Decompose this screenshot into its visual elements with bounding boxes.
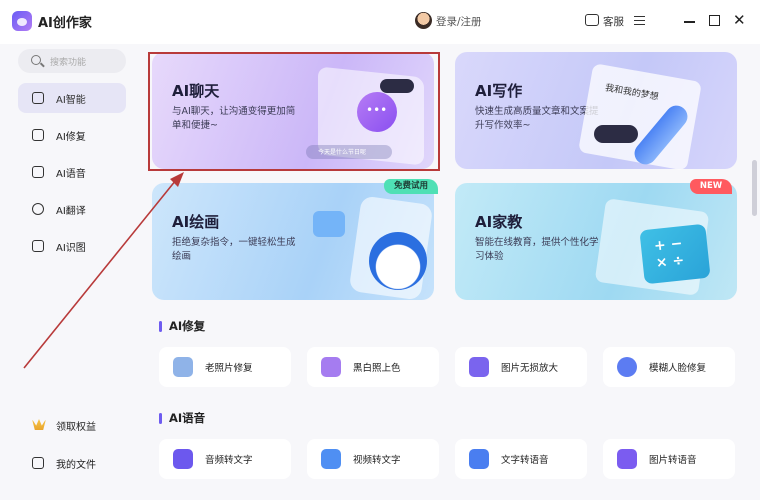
translate-icon (32, 203, 44, 215)
colorize-icon (321, 357, 341, 377)
tool-lossless-upscale[interactable]: 图片无损放大 (455, 347, 587, 387)
card-title: AI写作 (475, 82, 523, 100)
avatar-face-icon (369, 232, 427, 290)
sidebar-item-ai-repair[interactable]: AI修复 (18, 120, 126, 150)
tool-label: 文字转语音 (501, 455, 549, 466)
sidebar-item-ai-smart[interactable]: AI智能 (18, 83, 126, 113)
scrollbar[interactable] (752, 160, 757, 216)
menu-icon[interactable] (634, 16, 645, 25)
video-to-text-icon (321, 449, 341, 469)
tool-face-repair[interactable]: 模糊人脸修复 (603, 347, 735, 387)
math-symbols: + − × ÷ (653, 235, 685, 272)
login-register-link[interactable]: 登录/注册 (436, 14, 482, 29)
maximize-button[interactable] (709, 15, 720, 26)
card-description: 拒绝复杂指令，一键轻松生成绘画 (172, 237, 296, 262)
tool-image-to-speech[interactable]: 图片转语音 (603, 439, 735, 479)
vip-crown-icon (32, 419, 46, 430)
tool-label: 音频转文字 (205, 455, 253, 466)
robot-toggle-icon (594, 125, 638, 143)
section-marker (159, 321, 162, 332)
image-repair-icon (32, 129, 44, 141)
section-title-repair: AI修复 (169, 319, 206, 333)
free-trial-badge: 免费试用 (384, 179, 438, 194)
sidebar-item-label: AI语音 (56, 169, 86, 180)
image-recognize-icon (32, 240, 44, 252)
sidebar-item-label: AI识图 (56, 243, 86, 254)
image-to-speech-icon (617, 449, 637, 469)
minimize-button[interactable] (684, 21, 695, 23)
old-photo-icon (173, 357, 193, 377)
sidebar-item-label: AI修复 (56, 132, 86, 143)
sidebar-item-ai-translate[interactable]: AI翻译 (18, 194, 126, 224)
sidebar-item-ai-voice[interactable]: AI语音 (18, 157, 126, 187)
tool-text-to-speech[interactable]: 文字转语音 (455, 439, 587, 479)
app-logo-icon (12, 11, 32, 31)
app-title: AI创作家 (38, 16, 92, 31)
search-placeholder: 搜索功能 (50, 58, 87, 68)
tool-label: 图片转语音 (649, 455, 697, 466)
card-title: AI绘画 (172, 213, 220, 231)
text-to-speech-icon (469, 449, 489, 469)
customer-service-button[interactable]: 客服 (603, 14, 624, 29)
upscale-icon (469, 357, 489, 377)
tool-label: 图片无损放大 (501, 363, 559, 374)
sidebar-item-label: 我的文件 (56, 460, 96, 471)
sidebar-item-label: AI智能 (56, 95, 86, 106)
file-icon (32, 457, 44, 469)
section-title-voice: AI语音 (169, 411, 206, 425)
customer-service-icon[interactable] (585, 14, 599, 26)
search-input[interactable]: 搜索功能 (18, 49, 126, 73)
tool-video-to-text[interactable]: 视频转文字 (307, 439, 439, 479)
close-icon[interactable]: ✕ (733, 13, 746, 28)
section-marker (159, 413, 162, 424)
sidebar-item-ai-recognize[interactable]: AI识图 (18, 231, 126, 261)
face-repair-icon (617, 357, 637, 377)
user-avatar-icon[interactable] (415, 12, 432, 29)
audio-to-text-icon (173, 449, 193, 469)
sidebar-item-benefits[interactable]: 领取权益 (18, 410, 126, 440)
sidebar-item-label: 领取权益 (56, 422, 96, 433)
sidebar: 搜索功能 AI智能 AI修复 AI语音 AI翻译 AI识图 领取权益 我的文件 (0, 44, 143, 500)
tool-audio-to-text[interactable]: 音频转文字 (159, 439, 291, 479)
tool-label: 模糊人脸修复 (649, 363, 707, 374)
highlight-annotation (148, 52, 440, 171)
tool-label: 黑白照上色 (353, 363, 401, 374)
audio-wave-icon (32, 166, 44, 178)
card-description: 智能在线教育，提供个性化学习体验 (475, 237, 599, 262)
title-bar: AI创作家 登录/注册 客服 ✕ (0, 0, 760, 44)
tool-label: 老照片修复 (205, 363, 253, 374)
ai-chip-icon (32, 92, 44, 104)
new-badge: NEW (690, 179, 732, 194)
tool-colorize-bw[interactable]: 黑白照上色 (307, 347, 439, 387)
sidebar-item-my-files[interactable]: 我的文件 (18, 448, 126, 478)
card-title: AI家教 (475, 213, 523, 231)
tool-old-photo-repair[interactable]: 老照片修复 (159, 347, 291, 387)
photo-icon (313, 211, 345, 237)
sidebar-item-label: AI翻译 (56, 206, 86, 217)
search-icon (31, 55, 41, 65)
tool-label: 视频转文字 (353, 455, 401, 466)
